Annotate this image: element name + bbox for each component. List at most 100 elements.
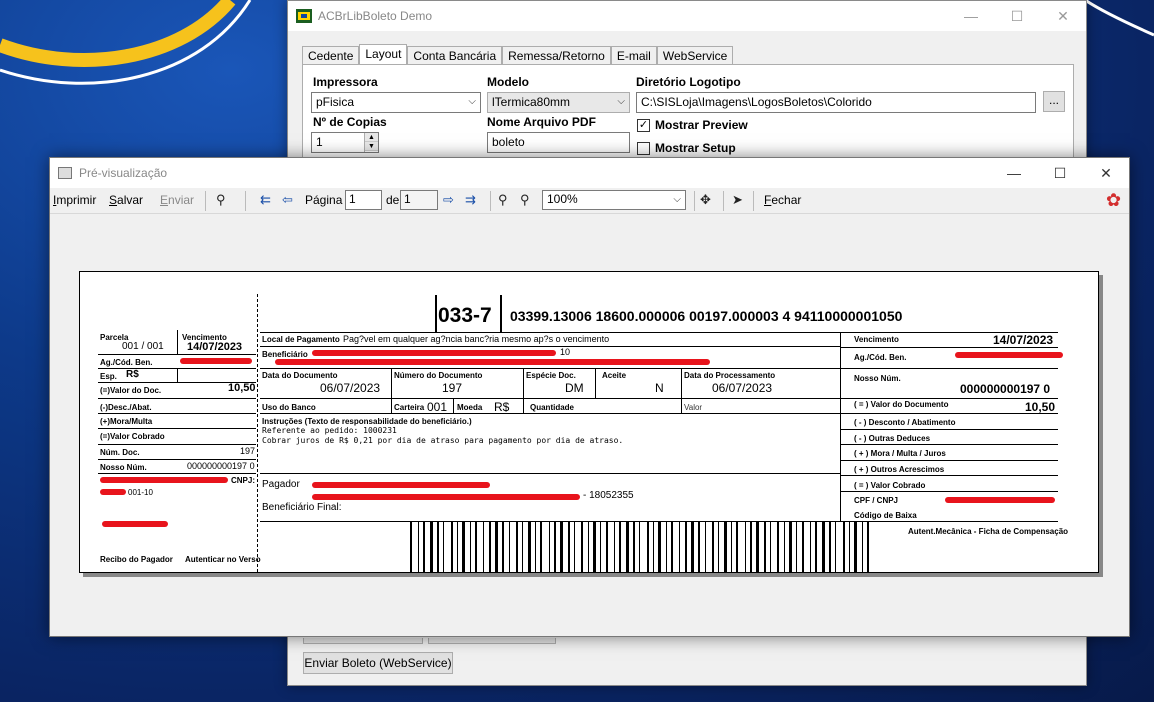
tab-cedente[interactable]: Cedente (302, 46, 360, 65)
barcode-bar (502, 522, 504, 572)
spin-down-icon[interactable]: ▼ (365, 142, 378, 151)
barcode-bar (495, 522, 498, 572)
tab-webservice[interactable]: WebService (656, 46, 734, 65)
preview-toolbar: Imprimir Salvar Enviar ⚲ ⇇ ⇦ Página 1 de… (50, 188, 1129, 214)
divider (500, 295, 502, 332)
barcode-bar (736, 522, 738, 572)
barcode-bar (462, 522, 465, 572)
divider (260, 346, 840, 347)
barcode-bar (535, 522, 536, 572)
first-page-icon[interactable]: ⇇ (260, 192, 271, 208)
divider (98, 398, 256, 399)
aceite-label: Aceite (602, 371, 627, 380)
close-icon[interactable]: ✕ (1083, 158, 1129, 188)
modelo-select[interactable]: lTermica80mm ⌵ (487, 92, 630, 113)
minimize-icon[interactable]: — (948, 1, 994, 31)
num-doc-label: Núm. Doc. (100, 448, 140, 457)
page-label: Página (305, 193, 343, 207)
arquivo-input[interactable]: boleto (487, 132, 630, 153)
page-input[interactable]: 1 (345, 190, 382, 210)
r-agcod-label: Ag./Cód. Ben. (854, 353, 907, 362)
prev-page-icon[interactable]: ⇦ (282, 192, 293, 208)
divider (260, 332, 1058, 333)
valor-label: Valor (684, 403, 703, 412)
numero-doc-value: 197 (442, 381, 463, 395)
close-preview-button[interactable]: Fechar (764, 193, 801, 207)
r-baixa-label: Código de Baixa (854, 511, 917, 520)
zoom-in-icon[interactable]: ⚲ (520, 192, 530, 208)
layout-tab-panel: Impressora pFisica ⌵ Nº de Copias 1 ▲ ▼ … (302, 64, 1074, 160)
barcode-bar (784, 522, 785, 572)
preview-window-title: Pré-visualização (79, 166, 168, 180)
divider (840, 413, 1058, 414)
toolbar-separator (205, 191, 206, 211)
divider (98, 413, 256, 414)
tab-remessa-retorno[interactable]: Remessa/Retorno (502, 46, 611, 65)
cnpj-label: CNPJ: (231, 476, 256, 485)
barcode-bar (437, 522, 439, 572)
divider (840, 332, 841, 522)
maximize-icon[interactable]: ☐ (1037, 158, 1083, 188)
num-doc-value: 197 (240, 446, 256, 456)
minimize-icon[interactable]: — (991, 158, 1037, 188)
main-title-bar: ACBrLibBoleto Demo — ☐ ✕ (288, 1, 1086, 31)
total-pages-value: 1 (404, 192, 411, 206)
pagador-label: Pagador (262, 479, 300, 490)
spin-up-icon[interactable]: ▲ (365, 133, 378, 142)
barcode-bar (718, 522, 719, 572)
r-cpf-label: CPF / CNPJ (854, 496, 899, 505)
barcode-bar (764, 522, 766, 572)
barcode-bar (560, 522, 563, 572)
save-button[interactable]: Salvar (109, 193, 143, 207)
tab-conta-bancaria[interactable]: Conta Bancária (407, 46, 503, 65)
zoom-select[interactable]: 100% ⌵ (542, 190, 686, 210)
maximize-icon[interactable]: ☐ (994, 1, 1040, 31)
redaction-mark (100, 477, 228, 483)
barcode-bar (554, 522, 556, 572)
print-button[interactable]: Imprimir (53, 193, 96, 207)
last-page-icon[interactable]: ⇉ (465, 192, 476, 208)
barcode-bar (745, 522, 746, 572)
r-outros-acrescimos-label: ( + ) Outros Acrescimos (854, 465, 945, 474)
setup-checkbox[interactable] (637, 142, 650, 155)
move-icon[interactable]: ✥ (700, 192, 711, 208)
send-button[interactable]: Enviar (160, 193, 194, 207)
copias-stepper[interactable]: 1 ▲ ▼ (311, 132, 379, 153)
beneficiario-fragment: 10 (560, 347, 571, 357)
esp-value: R$ (126, 369, 139, 380)
diretorio-input[interactable]: C:\SISLoja\Imagens\LogosBoletos\Colorido (636, 92, 1036, 113)
divider (260, 398, 840, 399)
impressora-label: Impressora (313, 75, 378, 89)
zoom-out-icon[interactable]: ⚲ (498, 192, 508, 208)
bank-code: 033-7 (438, 304, 492, 327)
modelo-label: Modelo (487, 75, 529, 89)
barcode-bar (750, 522, 752, 572)
tab-email[interactable]: E-mail (610, 46, 657, 65)
moeda-value: R$ (494, 400, 510, 414)
tab-layout[interactable]: Layout (359, 44, 408, 65)
fortes-logo-icon: ✿ (1106, 190, 1122, 210)
copias-spin-buttons[interactable]: ▲ ▼ (364, 133, 378, 152)
barcode-bar (796, 522, 797, 572)
close-icon[interactable]: ✕ (1040, 1, 1086, 31)
next-page-icon[interactable]: ⇨ (443, 192, 454, 208)
send-boleto-button[interactable]: Enviar Boleto (WebService) (303, 652, 453, 674)
pointer-icon[interactable]: ➤ (732, 192, 743, 208)
binoculars-icon[interactable]: ⚲ (216, 192, 226, 208)
r-valor-doc-label: ( = ) Valor do Documento (854, 400, 949, 409)
barcode-bar (647, 522, 649, 572)
especie-label: Espécie Doc. (526, 371, 576, 380)
barcode-bar (483, 522, 484, 572)
preview-checkbox[interactable]: ✓ (637, 119, 650, 132)
impressora-select[interactable]: pFisica ⌵ (311, 92, 481, 113)
diretorio-value: C:\SISLoja\Imagens\LogosBoletos\Colorido (641, 95, 872, 109)
r-vencimento-value: 14/07/2023 (993, 333, 1054, 347)
digitable-line: 03399.13006 18600.000006 00197.000003 4 … (510, 308, 903, 324)
barcode-bar (862, 522, 863, 572)
divider (523, 368, 524, 398)
redaction-mark (102, 521, 168, 527)
barcode-bar (568, 522, 570, 572)
barcode-bar (540, 522, 542, 572)
barcode (410, 522, 869, 572)
browse-button[interactable]: ... (1043, 91, 1065, 112)
